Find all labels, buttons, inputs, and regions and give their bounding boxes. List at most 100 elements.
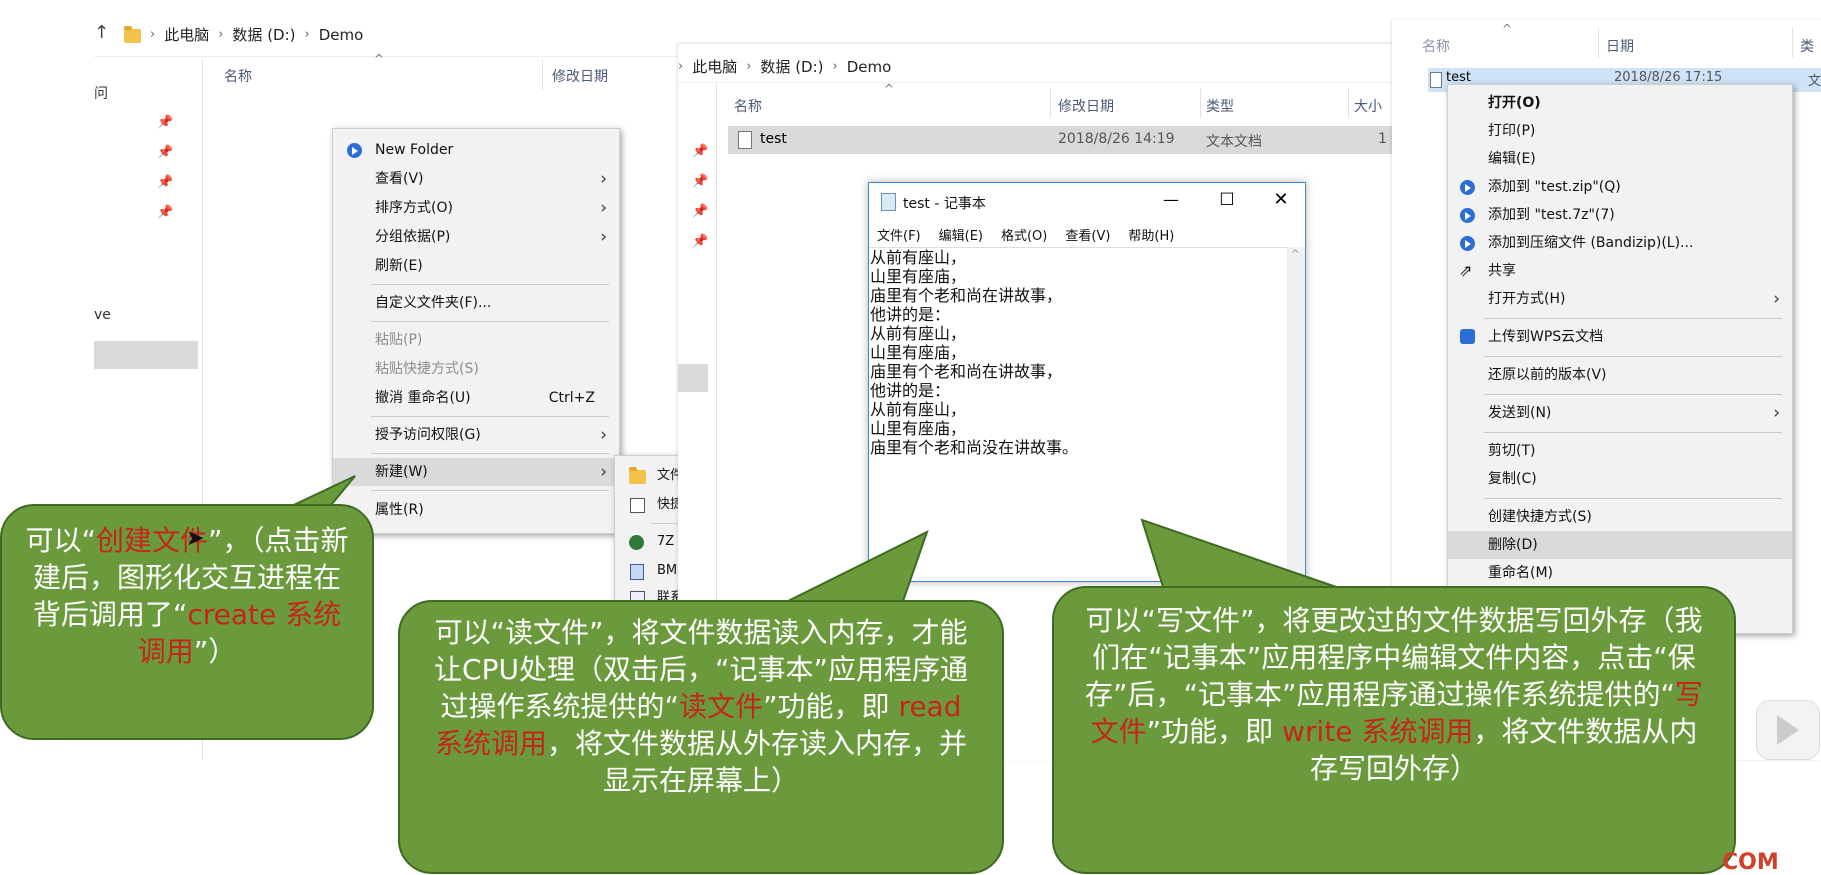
column-header-name[interactable]: 名称 bbox=[224, 66, 252, 86]
column-header-date[interactable]: 修改日期 bbox=[552, 66, 608, 86]
breadcrumb[interactable]: › 此电脑 › 数据 (D:) › Demo bbox=[678, 56, 891, 77]
pin-icon: 📌 bbox=[692, 144, 709, 159]
text-file-icon bbox=[1430, 72, 1442, 88]
menu-help[interactable]: 帮助(H) bbox=[1128, 225, 1174, 244]
callout-write-file: 可以“写文件”，将更改过的文件数据写回外存（我们在“记事本”应用程序中编辑文件内… bbox=[1052, 586, 1736, 874]
maximize-button[interactable]: ☐ bbox=[1207, 185, 1247, 215]
menu-view[interactable]: 查看(V) bbox=[1065, 225, 1110, 244]
shortcut-label: Ctrl+Z bbox=[548, 390, 595, 406]
text-line: 庙里有个老和尚在讲故事， bbox=[870, 286, 1063, 305]
menu-item-restore-versions[interactable]: 还原以前的版本(V) bbox=[1448, 361, 1792, 389]
menu-item-upload-wps[interactable]: 上传到WPS云文档 bbox=[1448, 323, 1792, 351]
menu-item-paste-shortcut[interactable]: 粘贴快捷方式(S) bbox=[333, 355, 619, 383]
menu-item-cut[interactable]: 剪切(T) bbox=[1448, 437, 1792, 465]
wps-cloud-icon bbox=[1460, 329, 1475, 344]
column-header-name[interactable]: 名称 bbox=[734, 96, 762, 116]
sort-arrow-icon: ^ bbox=[374, 52, 385, 66]
breadcrumb-item[interactable]: Demo bbox=[319, 26, 364, 44]
file-name: test bbox=[1446, 70, 1471, 85]
sort-arrow-icon: ^ bbox=[1502, 22, 1513, 36]
menu-item-add-zip[interactable]: 添加到 "test.zip"(Q) bbox=[1448, 173, 1792, 201]
column-header-type[interactable]: 类 bbox=[1800, 36, 1814, 56]
folder-icon bbox=[124, 25, 141, 43]
text-line: 从前有座山， bbox=[870, 324, 967, 343]
menu-format[interactable]: 格式(O) bbox=[1001, 225, 1047, 244]
window-title: test - 记事本 bbox=[903, 196, 986, 212]
menu-item-properties[interactable]: 属性(R) bbox=[333, 496, 619, 524]
minimize-button[interactable]: — bbox=[1151, 185, 1191, 215]
file-name: test bbox=[760, 131, 787, 147]
menu-item-view[interactable]: 查看(V) › bbox=[333, 165, 619, 193]
menu-item-send-to[interactable]: 发送到(N) › bbox=[1448, 399, 1792, 427]
menu-item-copy[interactable]: 复制(C) bbox=[1448, 465, 1792, 493]
context-menu-background: New Folder 查看(V) › 排序方式(O) › 分组依据(P) › 刷… bbox=[332, 128, 620, 534]
play-button-icon[interactable] bbox=[1756, 700, 1820, 760]
text-line: 从前有座山， bbox=[870, 248, 967, 267]
nav-item-partial[interactable]: 问 bbox=[94, 83, 108, 103]
file-type: 文 bbox=[1808, 74, 1821, 89]
breadcrumb[interactable]: › 此电脑 › 数据 (D:) › Demo bbox=[124, 24, 363, 45]
breadcrumb-item[interactable]: 此电脑 bbox=[164, 24, 209, 45]
chevron-right-icon: › bbox=[600, 425, 607, 445]
menu-item-add-archive[interactable]: 添加到压缩文件 (Bandizip)(L)... bbox=[1448, 229, 1792, 257]
7z-archive-icon bbox=[629, 535, 644, 550]
notepad-window: test - 记事本 — ☐ ✕ 文件(F) 编辑(E) 格式(O) 查看(V)… bbox=[868, 182, 1306, 582]
breadcrumb-item[interactable]: 此电脑 bbox=[692, 56, 737, 77]
chevron-right-icon: › bbox=[600, 227, 607, 247]
menu-item-new-folder[interactable]: New Folder bbox=[333, 136, 619, 164]
menu-item-share[interactable]: ⇗ 共享 bbox=[1448, 257, 1792, 285]
column-header-name[interactable]: 名称 bbox=[1422, 36, 1450, 56]
menu-item-refresh[interactable]: 刷新(E) bbox=[333, 252, 619, 280]
context-menu-file: 打开(O) 打印(P) 编辑(E) 添加到 "test.zip"(Q) 添加到 … bbox=[1447, 84, 1793, 634]
pin-icon: 📌 bbox=[157, 145, 174, 160]
chevron-right-icon: › bbox=[1773, 403, 1780, 423]
close-button[interactable]: ✕ bbox=[1261, 185, 1301, 215]
menu-item-rename[interactable]: 重命名(M) bbox=[1448, 559, 1792, 587]
nav-selected-item[interactable] bbox=[678, 364, 708, 392]
menu-edit[interactable]: 编辑(E) bbox=[939, 225, 983, 244]
menu-item-group[interactable]: 分组依据(P) › bbox=[333, 223, 619, 251]
column-header-type[interactable]: 类型 bbox=[1206, 96, 1234, 116]
breadcrumb-item[interactable]: 数据 (D:) bbox=[232, 24, 295, 45]
bandizip-icon bbox=[1460, 236, 1475, 251]
nav-item-partial[interactable]: ve bbox=[94, 307, 111, 323]
breadcrumb-item[interactable]: 数据 (D:) bbox=[760, 56, 823, 77]
column-header-date[interactable]: 日期 bbox=[1606, 36, 1634, 56]
sort-arrow-icon: ^ bbox=[884, 82, 895, 96]
file-date: 2018/8/26 14:19 bbox=[1058, 131, 1175, 147]
text-line: 从前有座山， bbox=[870, 400, 967, 419]
column-header-date[interactable]: 修改日期 bbox=[1058, 96, 1114, 116]
menu-item-grant-access[interactable]: 授予访问权限(G) › bbox=[333, 421, 619, 449]
menu-item-print[interactable]: 打印(P) bbox=[1448, 117, 1792, 145]
chevron-right-icon: › bbox=[1773, 289, 1780, 309]
text-line: 山里有座庙， bbox=[870, 267, 967, 286]
breadcrumb-item[interactable]: Demo bbox=[847, 58, 892, 76]
menu-item-delete[interactable]: 删除(D) bbox=[1448, 531, 1792, 559]
text-line: 他讲的是： bbox=[870, 305, 951, 324]
chevron-right-icon: › bbox=[600, 169, 607, 189]
column-header-size[interactable]: 大小 bbox=[1354, 96, 1382, 116]
menu-item-paste[interactable]: 粘贴(P) bbox=[333, 326, 619, 354]
menu-file[interactable]: 文件(F) bbox=[877, 225, 921, 244]
file-row-test[interactable]: test 2018/8/26 14:19 文本文档 1 KB bbox=[728, 126, 1438, 154]
vertical-scrollbar[interactable]: ^ bbox=[1287, 247, 1305, 581]
pin-icon: 📌 bbox=[692, 204, 709, 219]
menu-item-edit[interactable]: 编辑(E) bbox=[1448, 145, 1792, 173]
menu-item-new[interactable]: 新建(W) › bbox=[333, 458, 619, 486]
menu-item-customize-folder[interactable]: 自定义文件夹(F)... bbox=[333, 289, 619, 317]
pin-icon: 📌 bbox=[692, 234, 709, 249]
file-type: 文本文档 bbox=[1206, 134, 1262, 150]
chevron-right-icon: › bbox=[600, 462, 607, 482]
menu-item-sort[interactable]: 排序方式(O) › bbox=[333, 194, 619, 222]
menu-item-add-7z[interactable]: 添加到 "test.7z"(7) bbox=[1448, 201, 1792, 229]
shortcut-icon bbox=[630, 498, 645, 513]
menu-item-open-with[interactable]: 打开方式(H) › bbox=[1448, 285, 1792, 313]
scroll-up-icon[interactable]: ^ bbox=[1291, 249, 1299, 260]
up-arrow-icon[interactable]: ↑ bbox=[94, 22, 109, 43]
nav-selected-item[interactable] bbox=[94, 341, 198, 369]
menu-item-create-shortcut[interactable]: 创建快捷方式(S) bbox=[1448, 503, 1792, 531]
watermark-text: COM bbox=[1722, 850, 1779, 875]
text-line: 山里有座庙， bbox=[870, 419, 967, 438]
menu-item-undo-rename[interactable]: 撤消 重命名(U) Ctrl+Z bbox=[333, 384, 619, 412]
menu-item-open[interactable]: 打开(O) bbox=[1448, 89, 1792, 117]
